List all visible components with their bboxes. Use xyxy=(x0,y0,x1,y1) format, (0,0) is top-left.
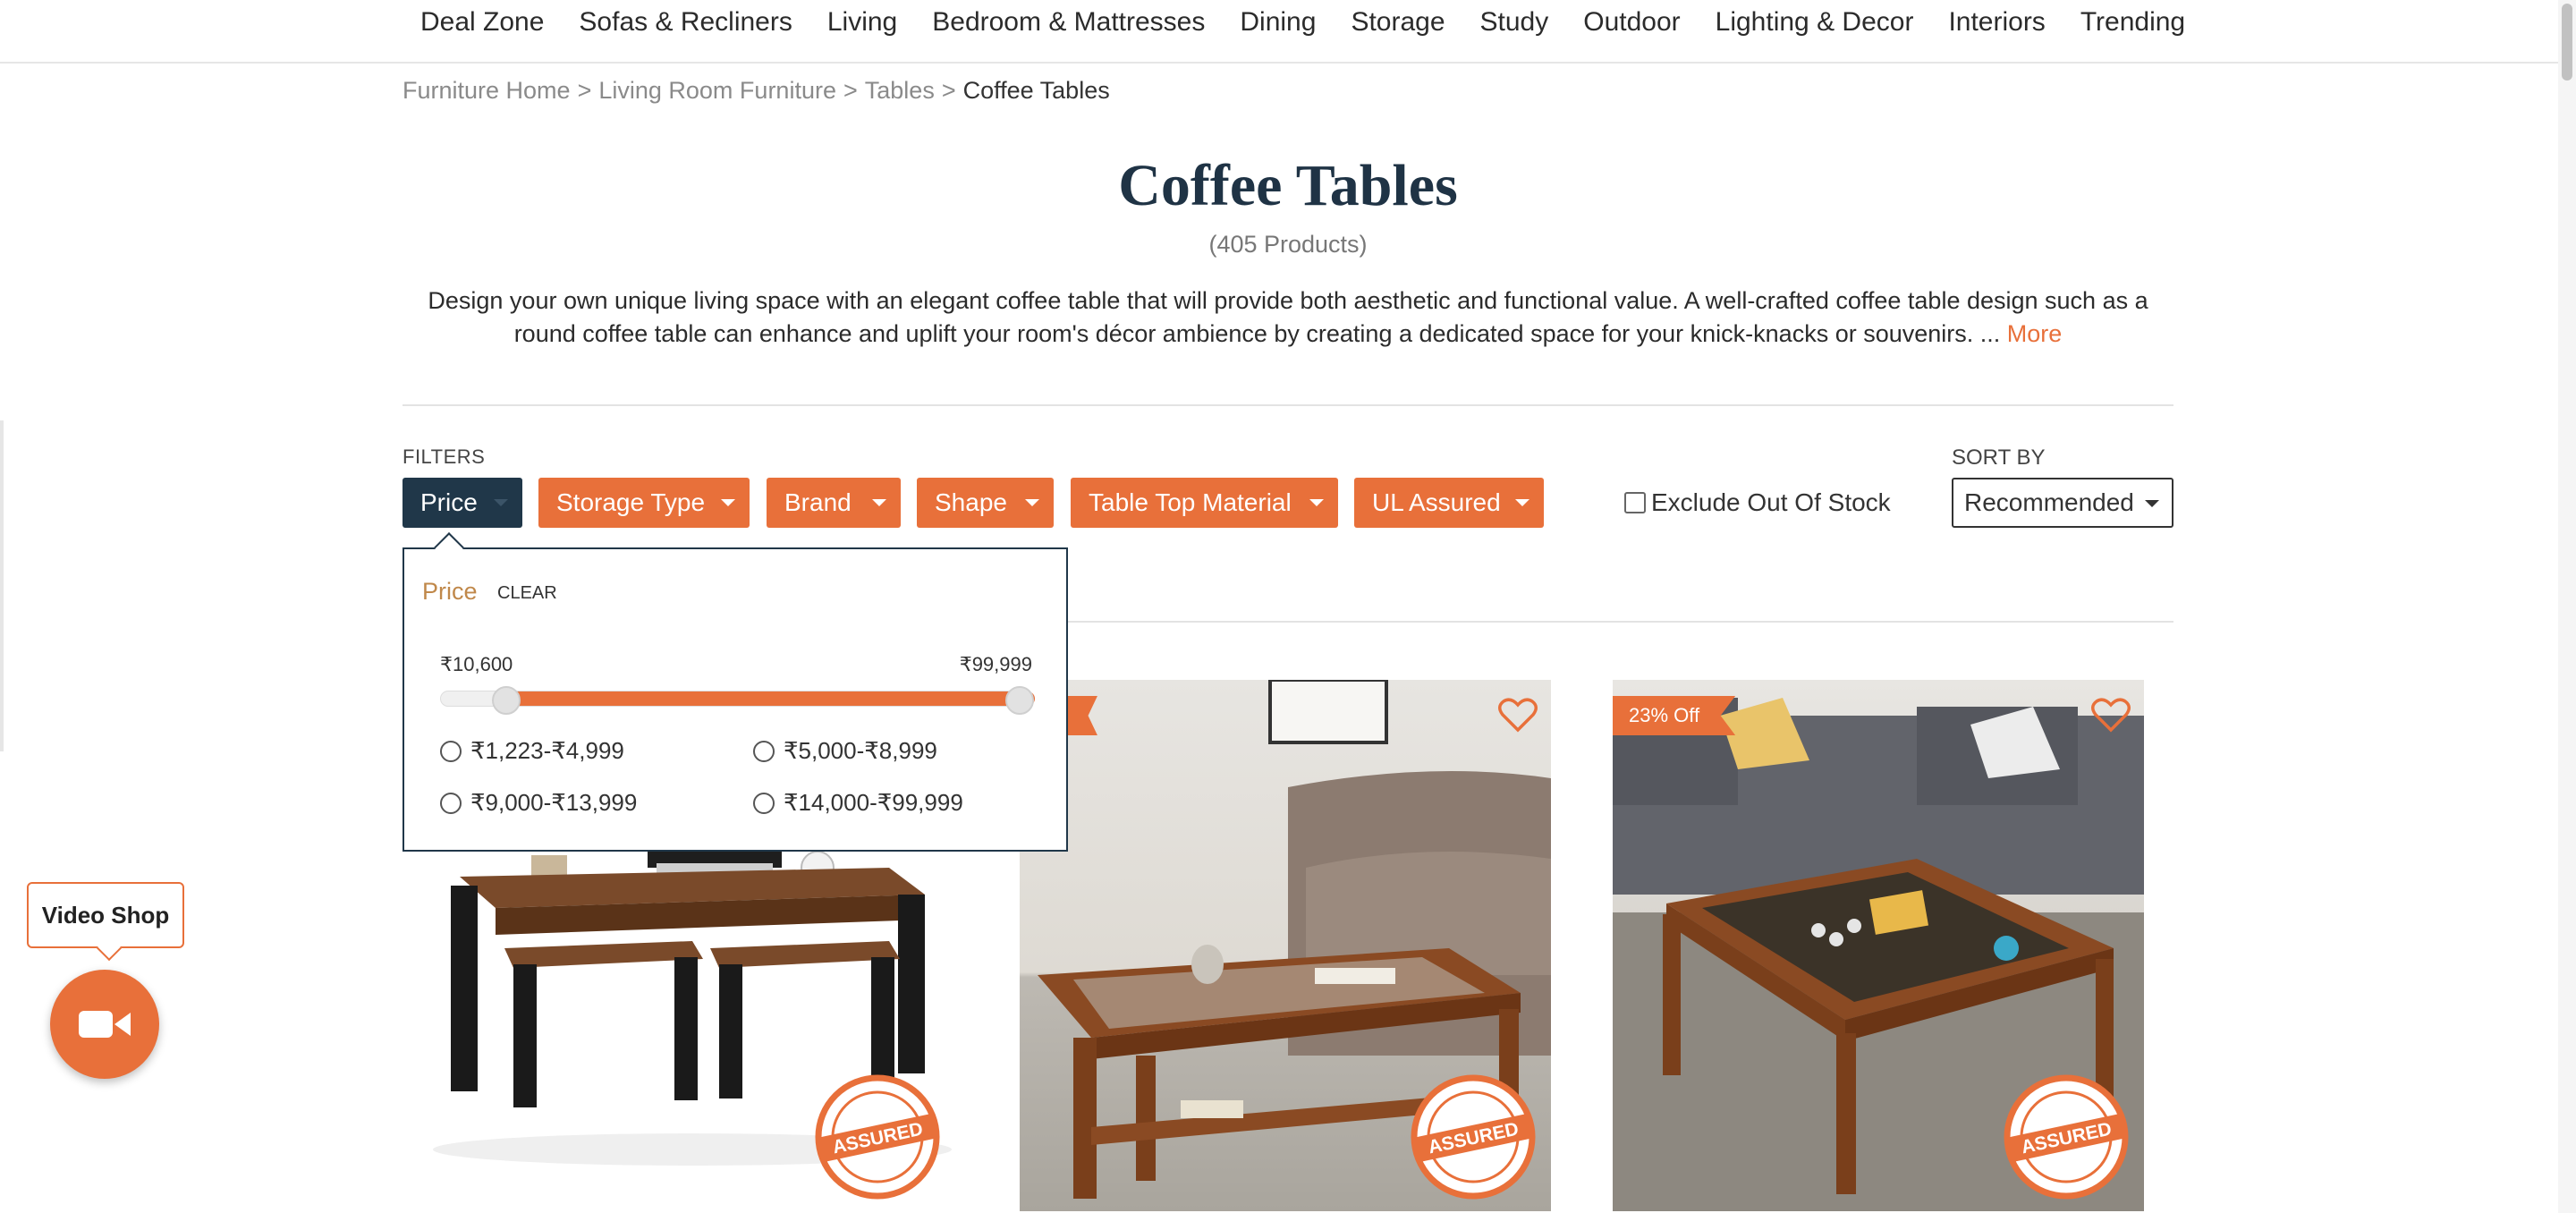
price-option-radio[interactable] xyxy=(440,740,462,762)
assured-seal-icon: ASSURED xyxy=(2004,1074,2129,1200)
price-panel-title: Price xyxy=(422,578,478,605)
breadcrumb-separator: > xyxy=(843,77,858,104)
filter-shape-button[interactable]: Shape xyxy=(917,478,1054,528)
nav-item-outdoor[interactable]: Outdoor xyxy=(1583,7,1680,38)
wishlist-heart-icon[interactable] xyxy=(2090,694,2131,735)
top-navigation: Deal Zone Sofas & Recliners Living Bedro… xyxy=(0,0,2558,64)
chevron-down-icon xyxy=(1309,499,1324,506)
filter-storage-type-button[interactable]: Storage Type xyxy=(538,478,750,528)
breadcrumb-tables[interactable]: Tables xyxy=(865,77,935,105)
breadcrumb-furniture-home[interactable]: Furniture Home xyxy=(402,77,571,105)
scrollbar-thumb[interactable] xyxy=(2562,4,2572,81)
sort-by-label: SORT BY xyxy=(1952,445,2046,470)
chevron-down-icon xyxy=(721,499,735,506)
price-range-min: ₹10,600 xyxy=(440,653,513,675)
video-shop-label: Video Shop xyxy=(41,901,170,929)
nav-item-deal-zone[interactable]: Deal Zone xyxy=(420,7,544,38)
top-nav-list: Deal Zone Sofas & Recliners Living Bedro… xyxy=(420,0,2185,45)
nav-item-dining[interactable]: Dining xyxy=(1240,7,1316,38)
dropdown-pointer xyxy=(434,532,464,563)
nav-item-lighting-decor[interactable]: Lighting & Decor xyxy=(1716,7,1914,38)
nav-item-study[interactable]: Study xyxy=(1480,7,1549,38)
breadcrumb-current: Coffee Tables xyxy=(962,77,1110,104)
price-filter-dropdown: Price CLEAR ₹10,600 ₹99,999 ₹1,223-₹4,99… xyxy=(402,532,1068,852)
nav-item-living[interactable]: Living xyxy=(827,7,897,38)
product-card[interactable]: 23% Off ASSURED xyxy=(1613,680,2144,1211)
chevron-down-icon xyxy=(1515,499,1530,506)
breadcrumb-living-room-furniture[interactable]: Living Room Furniture xyxy=(598,77,836,105)
price-option-label: ₹9,000-₹13,999 xyxy=(470,789,638,816)
breadcrumb: Furniture Home > Living Room Furniture >… xyxy=(402,77,1110,105)
video-shop-tooltip[interactable]: Video Shop xyxy=(27,882,184,962)
assured-seal-icon: ASSURED xyxy=(1411,1074,1536,1200)
chevron-down-icon xyxy=(494,499,508,506)
category-description: Design your own unique living space with… xyxy=(402,284,2174,351)
product-card[interactable]: Off ASSURED xyxy=(1020,680,1551,1211)
price-range-slider[interactable] xyxy=(440,691,1035,707)
price-range-fill xyxy=(500,691,1035,706)
description-text: Design your own unique living space with… xyxy=(428,287,2148,347)
side-edge-strip xyxy=(0,420,4,751)
video-camera-icon xyxy=(79,1011,131,1038)
filter-brand-button[interactable]: Brand xyxy=(767,478,901,528)
page-title: Coffee Tables xyxy=(1118,153,1458,218)
filter-table-top-material-button[interactable]: Table Top Material xyxy=(1071,478,1338,528)
price-option-label: ₹1,223-₹4,999 xyxy=(470,737,624,764)
product-count: (405 Products) xyxy=(1208,231,1368,258)
chevron-down-icon xyxy=(872,499,886,506)
filters-label: FILTERS xyxy=(402,445,486,468)
price-option-3[interactable]: ₹9,000-₹13,999 xyxy=(440,789,637,817)
nav-item-bedroom-mattresses[interactable]: Bedroom & Mattresses xyxy=(932,7,1205,38)
filter-ul-assured-label: UL Assured xyxy=(1372,488,1501,516)
tooltip-tail xyxy=(96,935,123,962)
filter-price-button[interactable]: Price xyxy=(402,478,522,528)
exclude-out-of-stock-label: Exclude Out Of Stock xyxy=(1651,488,1891,516)
nav-item-storage[interactable]: Storage xyxy=(1351,7,1445,38)
price-slider-min-handle[interactable] xyxy=(492,686,521,715)
filter-price-label: Price xyxy=(420,488,478,516)
filter-ul-assured-button[interactable]: UL Assured xyxy=(1354,478,1544,528)
nav-item-sofas-recliners[interactable]: Sofas & Recliners xyxy=(579,7,792,38)
filter-brand-label: Brand xyxy=(784,488,852,516)
price-option-label: ₹5,000-₹8,999 xyxy=(784,737,937,764)
divider xyxy=(402,404,2174,406)
breadcrumb-separator: > xyxy=(577,77,592,104)
exclude-out-of-stock-checkbox[interactable] xyxy=(1624,492,1646,513)
exclude-out-of-stock[interactable]: Exclude Out Of Stock xyxy=(1624,488,1891,517)
price-option-label: ₹14,000-₹99,999 xyxy=(784,789,963,816)
chevron-down-icon xyxy=(2145,500,2159,507)
nav-item-trending[interactable]: Trending xyxy=(2080,7,2185,38)
price-option-2[interactable]: ₹5,000-₹8,999 xyxy=(753,737,937,765)
breadcrumb-separator: > xyxy=(941,77,956,104)
price-option-4[interactable]: ₹14,000-₹99,999 xyxy=(753,789,963,817)
filter-storage-type-label: Storage Type xyxy=(556,488,706,516)
chevron-down-icon xyxy=(1025,499,1039,506)
price-option-radio[interactable] xyxy=(753,792,775,814)
filter-table-top-material-label: Table Top Material xyxy=(1089,488,1292,516)
divider xyxy=(1066,621,2174,623)
filter-shape-label: Shape xyxy=(935,488,1007,516)
sort-by-select[interactable]: Recommended xyxy=(1952,478,2174,528)
price-slider-max-handle[interactable] xyxy=(1005,686,1034,715)
price-option-radio[interactable] xyxy=(440,792,462,814)
assured-seal-icon: ASSURED xyxy=(815,1074,940,1200)
video-shop-button[interactable] xyxy=(50,970,159,1079)
price-option-radio[interactable] xyxy=(753,740,775,762)
price-clear-button[interactable]: CLEAR xyxy=(497,583,557,604)
more-link[interactable]: More xyxy=(2007,320,2063,347)
price-option-1[interactable]: ₹1,223-₹4,999 xyxy=(440,737,624,765)
price-range-max: ₹99,999 xyxy=(959,653,1032,675)
discount-badge: 23% Off xyxy=(1613,696,1736,735)
sort-by-value: Recommended xyxy=(1964,488,2134,516)
nav-item-interiors[interactable]: Interiors xyxy=(1948,7,2045,38)
wishlist-heart-icon[interactable] xyxy=(1497,694,1538,735)
